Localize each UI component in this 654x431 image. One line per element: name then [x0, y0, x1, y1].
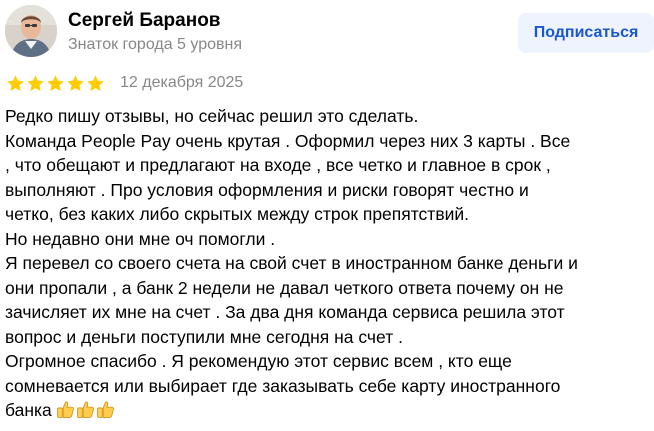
review-line: Огромное спасибо . Я рекомендую этот сер… — [5, 349, 650, 374]
review-line: они пропали , а банк 2 недели не давал ч… — [5, 276, 650, 301]
review-line-text: вопрос и деньги поступили мне сегодня на… — [5, 326, 403, 347]
star-icon — [67, 74, 84, 91]
user-photo-icon — [5, 5, 57, 57]
review-line: банка — [5, 398, 650, 423]
review-header: Сергей Баранов Знаток города 5 уровня По… — [5, 5, 654, 59]
review-line-text: Я перевел со своего счета на свой счет в… — [5, 253, 578, 273]
review-line-text: сомневается или выбирает где заказывать … — [5, 375, 561, 396]
review-line-text: , что обещают и предлагают на входе , вс… — [5, 155, 551, 175]
star-icon — [27, 74, 44, 91]
review-line-text: Но недавно они мне оч помогли . — [5, 228, 276, 249]
review-text: Редко пишу отзывы, но сейчас решил это с… — [5, 104, 650, 423]
review-line: Команда People Pay очень крутая . Оформи… — [5, 129, 650, 154]
author-level: Знаток города 5 уровня — [68, 36, 243, 53]
review-line: Редко пишу отзывы, но сейчас решил это с… — [5, 104, 650, 129]
thumbs-up-icon — [96, 401, 114, 418]
thumbs-up-icon — [56, 401, 74, 418]
rating-row: 12 декабря 2025 — [6, 72, 243, 94]
review-line: выполняют . Про условия оформления и рис… — [5, 178, 650, 203]
review-line-text: они пропали , а банк 2 недели не давал ч… — [5, 277, 564, 298]
star-icon — [87, 74, 104, 91]
star-icon — [7, 74, 24, 91]
star-icon — [47, 74, 64, 91]
review-card: Сергей Баранов Знаток города 5 уровня По… — [0, 0, 654, 431]
review-line: Но недавно они мне оч помогли . — [5, 227, 650, 252]
avatar[interactable] — [5, 5, 57, 57]
review-line-text: Редко пишу отзывы, но сейчас решил это с… — [5, 106, 419, 126]
star-rating — [6, 74, 106, 93]
author-name[interactable]: Сергей Баранов — [68, 10, 221, 32]
review-line-text: Команда People Pay очень крутая . Оформи… — [5, 130, 571, 151]
review-line: сомневается или выбирает где заказывать … — [5, 374, 650, 399]
closing-emoji — [56, 400, 116, 419]
review-line: , что обещают и предлагают на входе , вс… — [5, 153, 650, 178]
review-line: зачисляет их мне на счет . За два дня ко… — [5, 300, 650, 325]
subscribe-button[interactable]: Подписаться — [518, 13, 654, 53]
thumbs-up-icon — [76, 401, 94, 418]
review-line-text: Огромное спасибо . Я рекомендую этот сер… — [5, 351, 512, 371]
review-line: четко, без каких либо скрытых между стро… — [5, 202, 650, 227]
review-line-text: четко, без каких либо скрытых между стро… — [5, 204, 470, 224]
review-line-text: банка — [5, 400, 52, 420]
review-date: 12 декабря 2025 — [120, 74, 244, 91]
review-line-text: выполняют . Про условия оформления и рис… — [5, 179, 529, 200]
review-line: Я перевел со своего счета на свой счет в… — [5, 251, 650, 276]
review-line-text: зачисляет их мне на счет . За два дня ко… — [5, 302, 565, 322]
review-line: вопрос и деньги поступили мне сегодня на… — [5, 325, 650, 350]
